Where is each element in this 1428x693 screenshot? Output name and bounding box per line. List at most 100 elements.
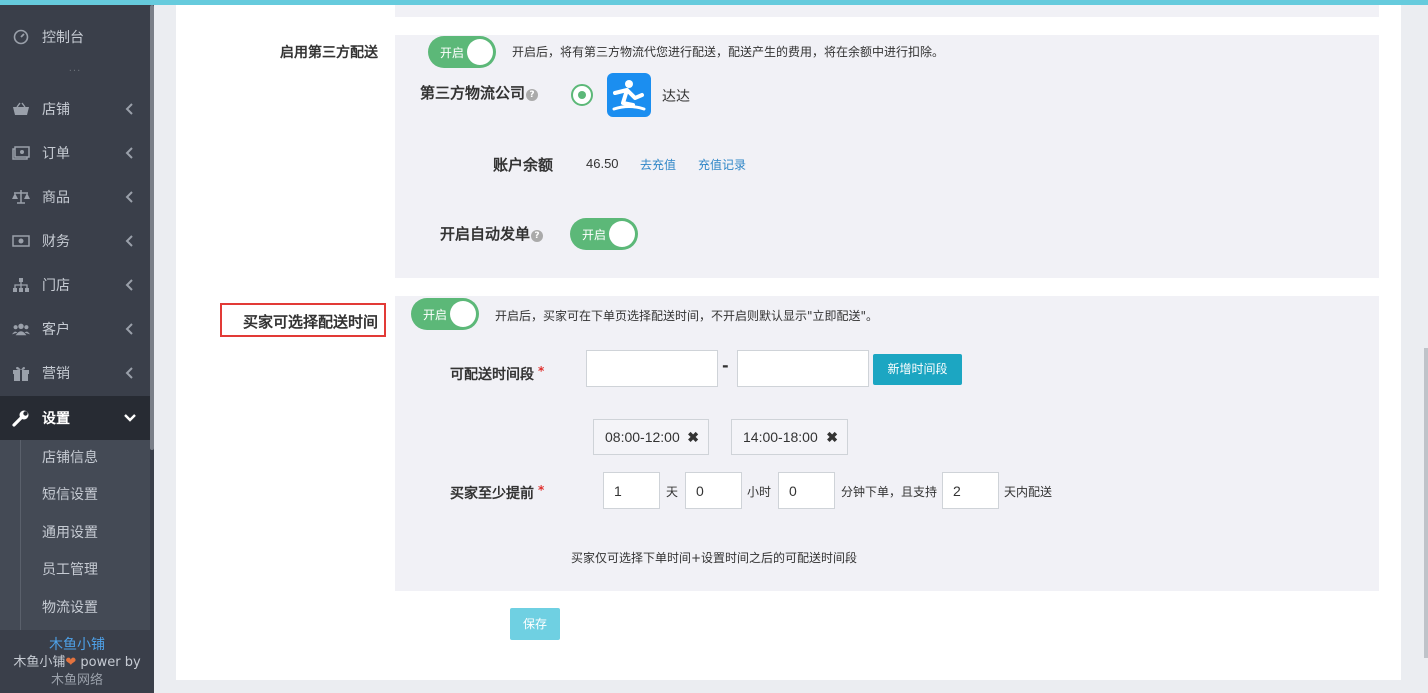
sidebar-item-customers[interactable]: 客户 — [0, 307, 150, 351]
delivery-time-label: 买家可选择配送时间 — [242, 313, 378, 331]
advance-label-text: 买家至少提前 — [450, 486, 534, 502]
auto-dispatch-toggle[interactable]: 开启 — [570, 218, 638, 250]
top-accent-bar — [0, 0, 1428, 5]
third-party-label: 启用第三方配送 — [280, 45, 378, 61]
minutes-unit: 分钟下单，且支持 — [841, 485, 938, 499]
sidebar-item-label: 控制台 — [42, 30, 84, 46]
delivery-period-label-text: 可配送时间段 — [450, 367, 534, 383]
auto-dispatch-label-text: 开启自动发单 — [440, 225, 531, 243]
page-scrollbar[interactable] — [1424, 348, 1428, 658]
chevron-left-icon — [122, 321, 138, 337]
auto-dispatch-label: 开启自动发单? — [440, 223, 544, 244]
toggle-knob — [467, 39, 493, 65]
sidebar-item-dashboard[interactable]: 控制台 — [0, 15, 150, 59]
toggle-label: 开启 — [440, 46, 465, 60]
days-unit: 天 — [666, 485, 679, 499]
brand-power-by: 木鱼小铺❤ power by — [0, 654, 154, 672]
delivery-range-input[interactable] — [942, 472, 999, 509]
delivery-period-label: 可配送时间段 * — [450, 364, 544, 384]
period-tag: 08:00-12:00 ✖ — [593, 419, 709, 455]
sidebar-item-label: 门店 — [42, 278, 70, 294]
period-tag-text: 14:00-18:00 — [743, 429, 818, 445]
sidebar-item-marketing[interactable]: 营销 — [0, 351, 150, 395]
period-dash: - — [722, 356, 729, 375]
brand-name[interactable]: 木鱼小铺 — [0, 636, 154, 654]
sidebar-item-label: 客户 — [42, 322, 70, 338]
sidebar-item-label: 营销 — [42, 366, 70, 382]
sidebar-divider: ··· — [68, 66, 82, 77]
submenu-item-sms-settings[interactable]: 短信设置 — [0, 477, 150, 514]
balance-scale-icon — [12, 188, 30, 206]
sidebar-item-label: 店铺 — [42, 102, 70, 118]
hours-unit: 小时 — [747, 485, 772, 499]
delivery-time-section — [395, 296, 1379, 591]
sidebar-item-stores[interactable]: 门店 — [0, 263, 150, 307]
brand-company: 木鱼网络 — [50, 673, 103, 688]
toggle-knob — [450, 301, 476, 327]
dashboard-icon — [12, 28, 30, 46]
period-tag: 14:00-18:00 ✖ — [731, 419, 848, 455]
range-unit: 天内配送 — [1004, 485, 1053, 499]
submenu-item-logistics-settings[interactable]: 物流设置 — [0, 590, 150, 627]
heart-icon: ❤ — [65, 655, 77, 670]
sidebar-item-label: 商品 — [42, 190, 70, 206]
chevron-down-icon — [122, 410, 138, 426]
advance-minutes-input[interactable] — [778, 472, 835, 509]
submenu-item-store-info[interactable]: 店铺信息 — [0, 440, 150, 477]
close-icon[interactable]: ✖ — [687, 420, 699, 454]
help-icon[interactable]: ? — [526, 89, 539, 101]
dada-logo-icon — [607, 73, 651, 117]
logistics-company-label-text: 第三方物流公司 — [420, 84, 526, 102]
submenu-item-general-settings[interactable]: 通用设置 — [0, 515, 150, 552]
sidebar-item-label: 订单 — [42, 146, 70, 162]
delivery-time-hint: 买家仅可选择下单时间+设置时间之后的可配送时间段 — [571, 551, 858, 565]
balance-label: 账户余额 — [492, 156, 553, 174]
period-start-input[interactable] — [586, 350, 718, 387]
required-mark: * — [538, 364, 545, 378]
sidebar-item-label: 设置 — [42, 411, 70, 427]
submenu-item-staff-management[interactable]: 员工管理 — [0, 552, 150, 589]
wrench-icon — [12, 409, 30, 427]
delivery-time-description: 开启后，买家可在下单页选择配送时间，不开启则默认显示"立即配送"。 — [495, 309, 879, 323]
radio-dot — [578, 91, 586, 99]
balance-value: 46.50 — [586, 156, 619, 171]
sitemap-icon — [12, 276, 30, 294]
advance-hours-input[interactable] — [685, 472, 742, 509]
period-tag-text: 08:00-12:00 — [605, 429, 680, 445]
brand-power-suffix: power by — [76, 655, 141, 670]
sidebar-item-finance[interactable]: 财务 — [0, 219, 150, 263]
third-party-toggle[interactable]: 开启 — [428, 36, 496, 68]
close-icon[interactable]: ✖ — [826, 420, 838, 454]
sidebar-item-label: 财务 — [42, 234, 70, 250]
sidebar-item-orders[interactable]: 订单 — [0, 131, 150, 175]
delivery-time-toggle[interactable]: 开启 — [411, 298, 479, 330]
chevron-left-icon — [122, 365, 138, 381]
recharge-link[interactable]: 去充值 — [640, 156, 676, 173]
add-period-button[interactable]: 新增时间段 — [873, 354, 962, 385]
chevron-left-icon — [122, 189, 138, 205]
chevron-left-icon — [122, 145, 138, 161]
required-mark: * — [538, 483, 545, 497]
sidebar-item-store[interactable]: 店铺 — [0, 87, 150, 131]
advance-label: 买家至少提前 * — [450, 483, 544, 503]
sidebar-item-settings[interactable]: 设置 — [0, 396, 150, 440]
brand-footer: 木鱼小铺 木鱼小铺❤ power by 木鱼网络 — [0, 636, 154, 690]
recharge-history-link[interactable]: 充值记录 — [698, 156, 746, 173]
help-icon[interactable]: ? — [531, 230, 544, 242]
third-party-description: 开启后，将有第三方物流代您进行配送，配送产生的费用，将在余额中进行扣除。 — [512, 45, 945, 59]
basket-icon — [12, 100, 30, 118]
users-icon — [12, 320, 30, 338]
dada-radio[interactable] — [571, 84, 593, 106]
money-icon — [12, 144, 30, 162]
advance-days-input[interactable] — [603, 472, 660, 509]
period-end-input[interactable] — [737, 350, 869, 387]
toggle-knob — [609, 221, 635, 247]
chevron-left-icon — [122, 233, 138, 249]
sidebar-scrollbar[interactable] — [150, 5, 154, 450]
gift-icon — [12, 364, 30, 382]
chevron-left-icon — [122, 277, 138, 293]
settings-submenu: 店铺信息 短信设置 通用设置 员工管理 物流设置 — [0, 440, 150, 630]
toggle-label: 开启 — [582, 228, 607, 242]
sidebar-item-products[interactable]: 商品 — [0, 175, 150, 219]
save-button[interactable]: 保存 — [510, 608, 560, 640]
